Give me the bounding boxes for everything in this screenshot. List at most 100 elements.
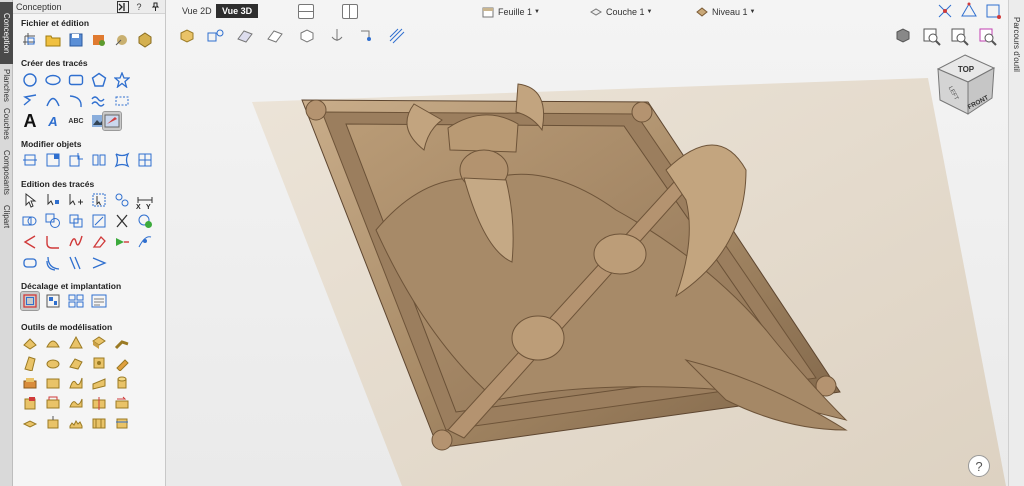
import-model-icon[interactable] — [113, 31, 131, 49]
image-view-icon[interactable] — [236, 27, 254, 45]
line-offset-icon[interactable] — [67, 254, 85, 272]
zoom-in-icon[interactable] — [922, 27, 942, 47]
guides-icon[interactable] — [984, 2, 1002, 20]
node-edit-icon[interactable] — [44, 191, 62, 209]
tab-composants[interactable]: Composants — [0, 144, 13, 200]
create-relief-icon[interactable] — [67, 374, 85, 392]
offset-icon[interactable] — [20, 291, 40, 311]
fade-icon[interactable] — [67, 354, 85, 372]
anchor-icon[interactable] — [328, 27, 346, 45]
mirror-icon[interactable] — [90, 151, 108, 169]
texture-icon[interactable] — [90, 354, 108, 372]
extend-icon[interactable] — [113, 233, 131, 251]
noise-icon[interactable] — [67, 414, 85, 432]
extrude-icon[interactable] — [90, 334, 108, 352]
flatten-icon[interactable] — [21, 414, 39, 432]
two-rail-icon[interactable] — [21, 354, 39, 372]
import-component-icon[interactable] — [136, 31, 154, 49]
zoom-fit-icon[interactable] — [950, 27, 970, 47]
tangent-icon[interactable] — [136, 233, 154, 251]
axes-icon[interactable] — [936, 2, 954, 20]
3d-object-icon[interactable] — [178, 27, 196, 45]
import-icon[interactable] — [90, 31, 108, 49]
smooth-icon[interactable] — [67, 233, 85, 251]
text-on-curve-icon[interactable]: A — [44, 112, 62, 130]
rectangle-icon[interactable] — [67, 71, 85, 89]
panel-help-icon[interactable]: ? — [133, 1, 145, 13]
tab-planches[interactable]: Planches — [0, 66, 13, 104]
chevron-icon[interactable] — [90, 254, 108, 272]
tab-clipart[interactable]: Clipart — [0, 202, 13, 232]
distort-icon[interactable] — [113, 151, 131, 169]
chamfer-icon[interactable] — [90, 233, 108, 251]
sculpt-icon[interactable] — [113, 354, 131, 372]
split-vertical-icon[interactable] — [342, 4, 358, 19]
cylinder-icon[interactable] — [113, 374, 131, 392]
view-box-icon[interactable] — [894, 27, 912, 45]
snap-icon[interactable] — [960, 2, 978, 20]
hatch-icon[interactable] — [388, 27, 406, 45]
split-icon[interactable] — [90, 394, 108, 412]
weld-icon[interactable] — [21, 212, 39, 230]
smooth-relief-icon[interactable] — [67, 394, 85, 412]
subtract-icon[interactable] — [44, 212, 62, 230]
pin-icon[interactable] — [149, 1, 161, 13]
ellipse-icon[interactable] — [44, 71, 62, 89]
box-view-icon[interactable] — [298, 27, 316, 45]
closed-check-icon[interactable] — [136, 212, 154, 230]
join-icon[interactable] — [113, 191, 131, 209]
tab-3d-view[interactable]: Vue 3D — [216, 4, 259, 18]
dome-icon[interactable] — [44, 334, 62, 352]
viking-relief-model[interactable] — [166, 0, 1008, 486]
tab-couches[interactable]: Couches — [0, 106, 13, 142]
wave-icon[interactable] — [90, 92, 108, 110]
circle-icon[interactable] — [21, 71, 39, 89]
collapse-panel-icon[interactable] — [117, 0, 129, 13]
tab-2d-view[interactable]: Vue 2D — [176, 4, 218, 18]
curve-icon[interactable] — [67, 92, 85, 110]
offset-curve-icon[interactable] — [44, 254, 62, 272]
sheet-dropdown[interactable]: Feuille 1 ▼ — [482, 4, 540, 20]
bitmap-icon[interactable] — [102, 111, 122, 131]
corner-icon[interactable] — [21, 233, 39, 251]
merge-icon[interactable] — [44, 374, 62, 392]
shape-editor-icon[interactable] — [21, 334, 39, 352]
move-icon[interactable] — [21, 151, 39, 169]
zoom-selection-icon[interactable] — [978, 27, 998, 47]
scissors-icon[interactable] — [113, 212, 131, 230]
arc-icon[interactable] — [44, 92, 62, 110]
bake-icon[interactable] — [90, 414, 108, 432]
pyramid-icon[interactable] — [67, 334, 85, 352]
dimension-icon[interactable] — [113, 92, 131, 110]
scale-height-icon[interactable] — [44, 414, 62, 432]
save-icon[interactable] — [67, 31, 85, 49]
text-icon[interactable]: A — [21, 111, 39, 131]
view-cube[interactable]: TOP FRONT LEFT — [932, 52, 998, 118]
select-arrow-icon[interactable] — [21, 191, 39, 209]
sweep-icon[interactable] — [113, 334, 131, 352]
polyline-icon[interactable] — [21, 92, 39, 110]
transform-icon[interactable] — [44, 151, 62, 169]
add-node-icon[interactable] — [67, 191, 85, 209]
scale-icon[interactable] — [67, 151, 85, 169]
tab-conception[interactable]: Conception — [0, 2, 13, 64]
array-copy-icon[interactable] — [67, 292, 85, 310]
text-arc-icon[interactable]: ABC — [67, 112, 85, 130]
labels-icon[interactable] — [90, 292, 108, 310]
mold-icon[interactable] — [44, 394, 62, 412]
rounded-rect-icon[interactable] — [21, 254, 39, 272]
transform-select-icon[interactable] — [90, 191, 108, 209]
slice-icon[interactable] — [113, 414, 131, 432]
turn-icon[interactable] — [44, 354, 62, 372]
layer-dropdown[interactable]: Couche 1 ▼ — [590, 4, 652, 20]
align-icon[interactable] — [136, 151, 154, 169]
toolpath-preview-icon[interactable] — [358, 27, 376, 45]
box-icon[interactable] — [21, 394, 39, 412]
split-horizontal-icon[interactable] — [298, 4, 314, 19]
3d-viewport[interactable]: Vue 2D Vue 3D Feuille 1 ▼ Couche 1 ▼ Nivea… — [166, 0, 1008, 486]
polygon-icon[interactable] — [90, 71, 108, 89]
tab-toolpaths[interactable]: Parcours d'outil — [1010, 4, 1023, 84]
new-file-icon[interactable] — [21, 31, 39, 49]
level-dropdown[interactable]: Niveau 1 ▼ — [696, 4, 755, 20]
help-button[interactable]: ? — [968, 455, 990, 477]
